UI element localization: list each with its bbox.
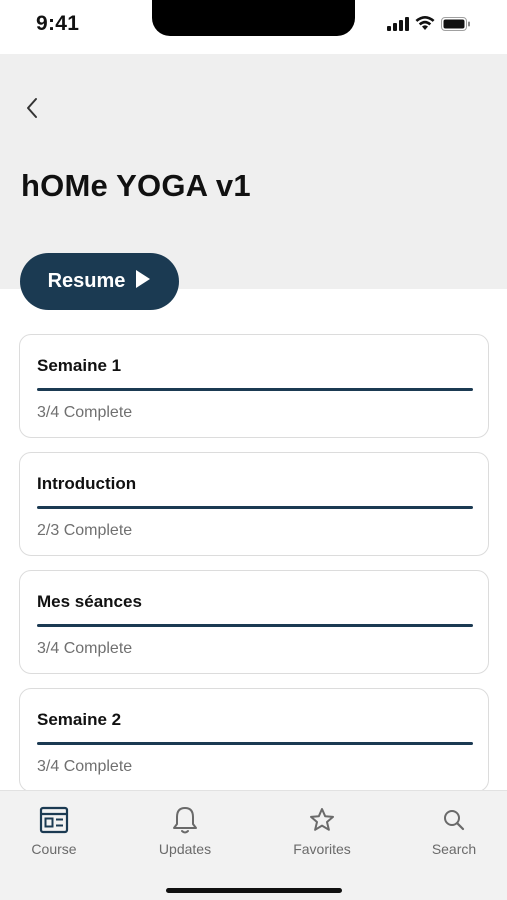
tab-favorites[interactable]: Favorites bbox=[272, 805, 372, 857]
tab-updates[interactable]: Updates bbox=[135, 805, 235, 857]
progress-fill bbox=[37, 742, 473, 745]
home-indicator bbox=[166, 888, 342, 893]
course-icon bbox=[39, 805, 69, 835]
section-progress-bar bbox=[37, 624, 473, 627]
search-icon bbox=[442, 805, 466, 835]
tab-search[interactable]: Search bbox=[404, 805, 504, 857]
star-icon bbox=[309, 805, 335, 835]
bell-icon bbox=[172, 805, 198, 835]
status-icons bbox=[387, 16, 471, 36]
page-title: hOMe YOGA v1 bbox=[21, 168, 251, 203]
device-notch bbox=[152, 0, 355, 36]
section-status: 3/4 Complete bbox=[37, 640, 133, 657]
section-card[interactable]: Semaine 1 3/4 Complete bbox=[19, 334, 489, 438]
section-title: Semaine 2 bbox=[37, 710, 122, 729]
back-button[interactable] bbox=[18, 96, 46, 124]
section-status: 3/4 Complete bbox=[37, 404, 133, 421]
section-progress-bar bbox=[37, 742, 473, 745]
tab-label: Course bbox=[31, 841, 77, 857]
signal-icon bbox=[387, 16, 409, 36]
section-progress-bar bbox=[37, 388, 473, 391]
section-title: Semaine 1 bbox=[37, 356, 122, 375]
progress-fill bbox=[37, 506, 473, 509]
section-title: Mes séances bbox=[37, 592, 142, 611]
resume-label: Resume bbox=[47, 270, 126, 292]
section-card[interactable]: Mes séances 3/4 Complete bbox=[19, 570, 489, 674]
tab-bar: Course Updates Favorites Search bbox=[0, 790, 507, 900]
progress-fill bbox=[37, 388, 473, 391]
section-list: Semaine 1 3/4 Complete Introduction 2/3 … bbox=[19, 334, 489, 790]
status-time: 9:41 bbox=[36, 12, 80, 35]
resume-button[interactable]: Resume bbox=[20, 253, 179, 310]
wifi-icon bbox=[415, 16, 435, 36]
section-progress-bar bbox=[37, 506, 473, 509]
status-bar: 9:41 bbox=[0, 0, 507, 54]
tab-course[interactable]: Course bbox=[4, 805, 104, 857]
section-status: 3/4 Complete bbox=[37, 758, 133, 775]
tab-label: Updates bbox=[158, 841, 212, 857]
section-card[interactable]: Introduction 2/3 Complete bbox=[19, 452, 489, 556]
tab-label: Search bbox=[431, 841, 477, 857]
section-card[interactable]: Semaine 2 3/4 Complete bbox=[19, 688, 489, 790]
chevron-left-icon bbox=[25, 97, 39, 124]
section-status: 2/3 Complete bbox=[37, 522, 133, 539]
battery-icon bbox=[441, 16, 471, 36]
progress-fill bbox=[37, 624, 473, 627]
section-title: Introduction bbox=[37, 474, 137, 493]
play-icon bbox=[135, 269, 151, 294]
tab-label: Favorites bbox=[293, 841, 351, 857]
